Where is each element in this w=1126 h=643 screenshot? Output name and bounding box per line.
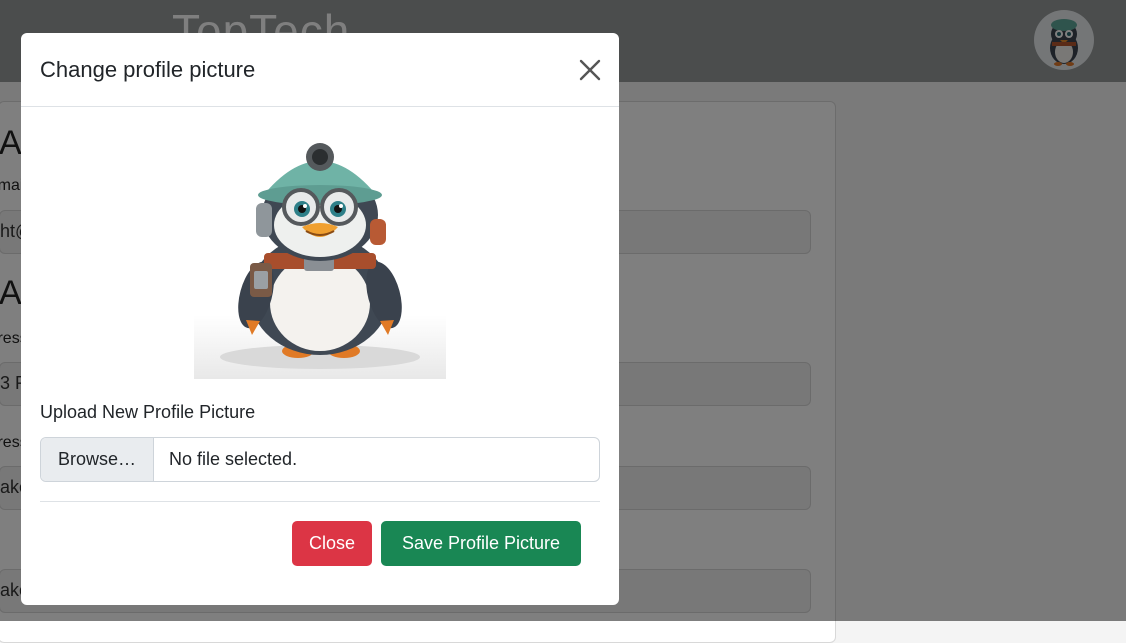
- profile-picture-file-input[interactable]: Browse… No file selected.: [40, 437, 600, 482]
- upload-label: Upload New Profile Picture: [40, 402, 256, 422]
- modal-footer-divider: [40, 501, 600, 502]
- file-status-text: No file selected.: [169, 449, 298, 469]
- modal-title: Change profile picture: [40, 57, 256, 82]
- modal-header: Change profile picture: [21, 33, 619, 107]
- close-button[interactable]: Close: [292, 521, 372, 566]
- penguin-mascot-image: [194, 135, 446, 379]
- save-profile-picture-button[interactable]: Save Profile Picture: [381, 521, 581, 566]
- change-profile-picture-modal: Change profile picture Upload New Profil…: [21, 33, 619, 605]
- close-icon[interactable]: [577, 57, 603, 83]
- browse-button[interactable]: Browse…: [41, 438, 154, 481]
